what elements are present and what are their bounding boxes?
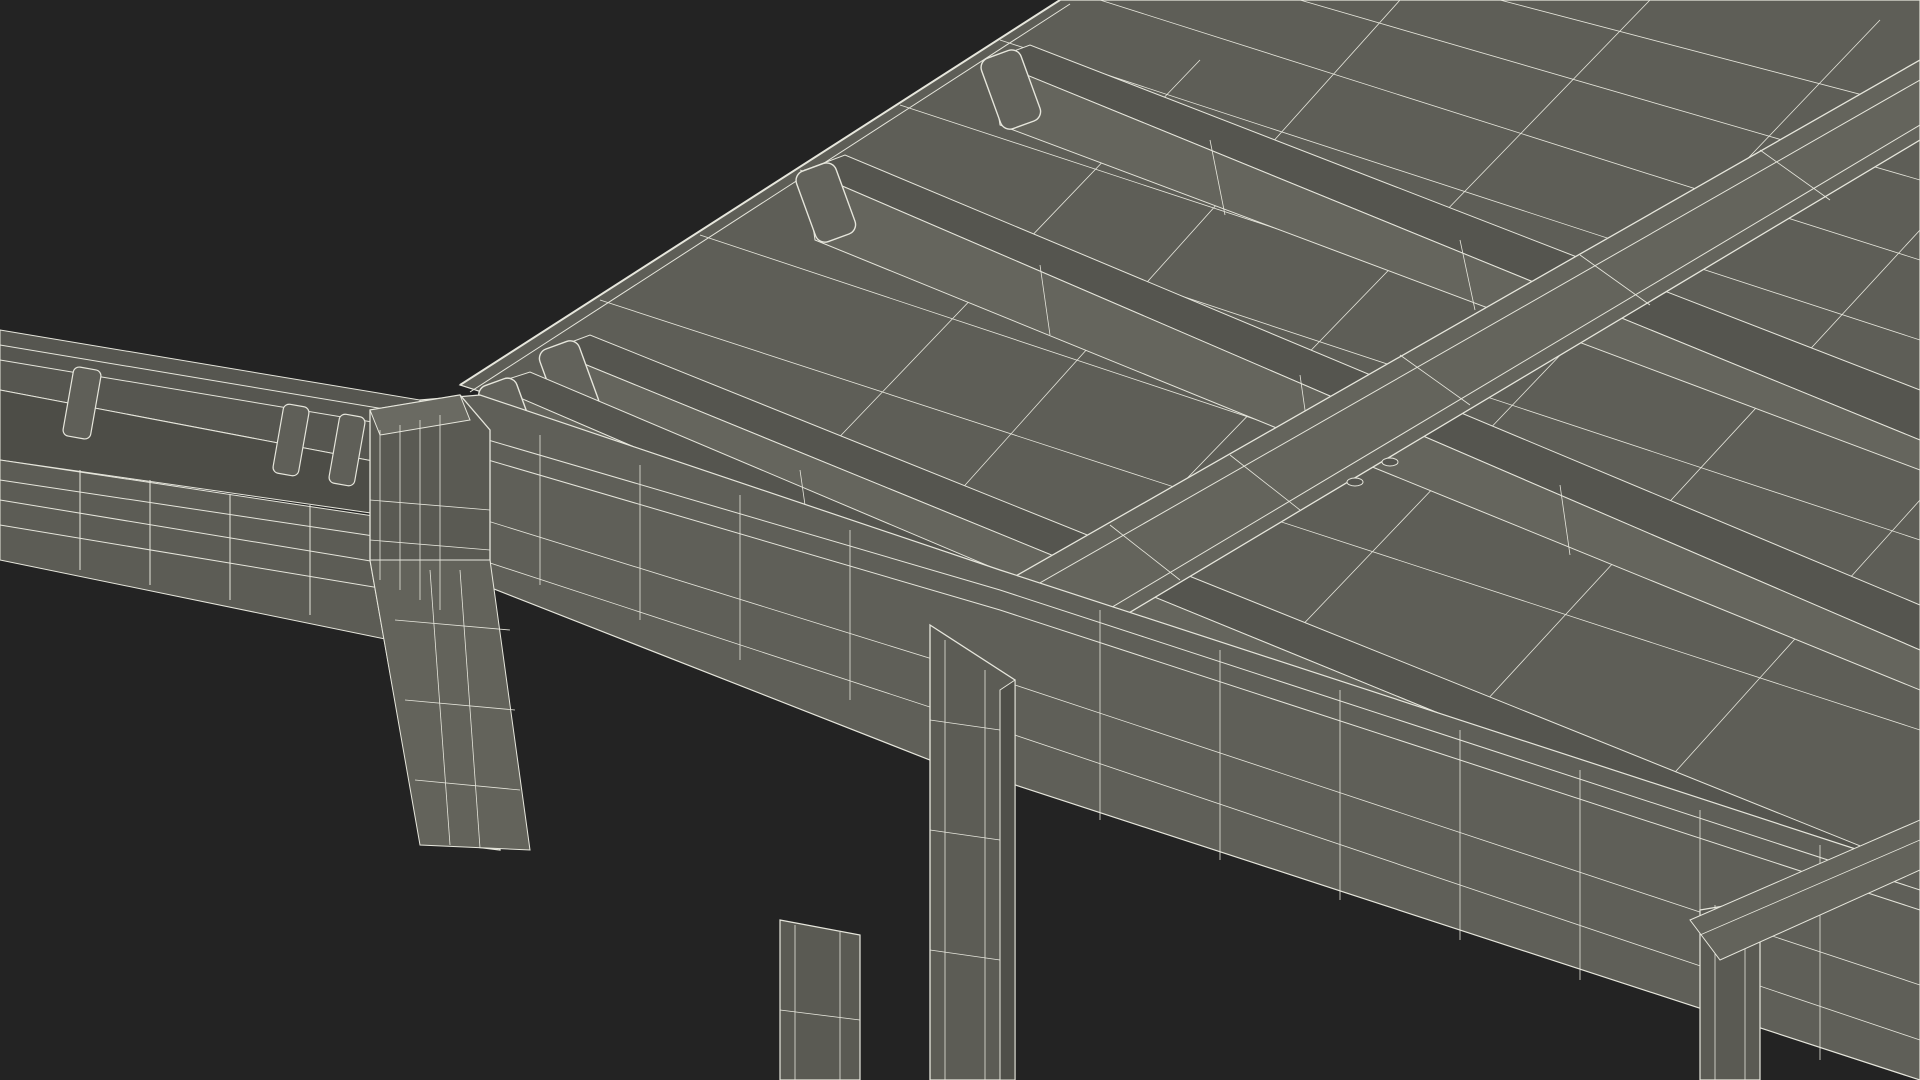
render-viewport [0,0,1920,1080]
wireframe-render [0,0,1920,1080]
